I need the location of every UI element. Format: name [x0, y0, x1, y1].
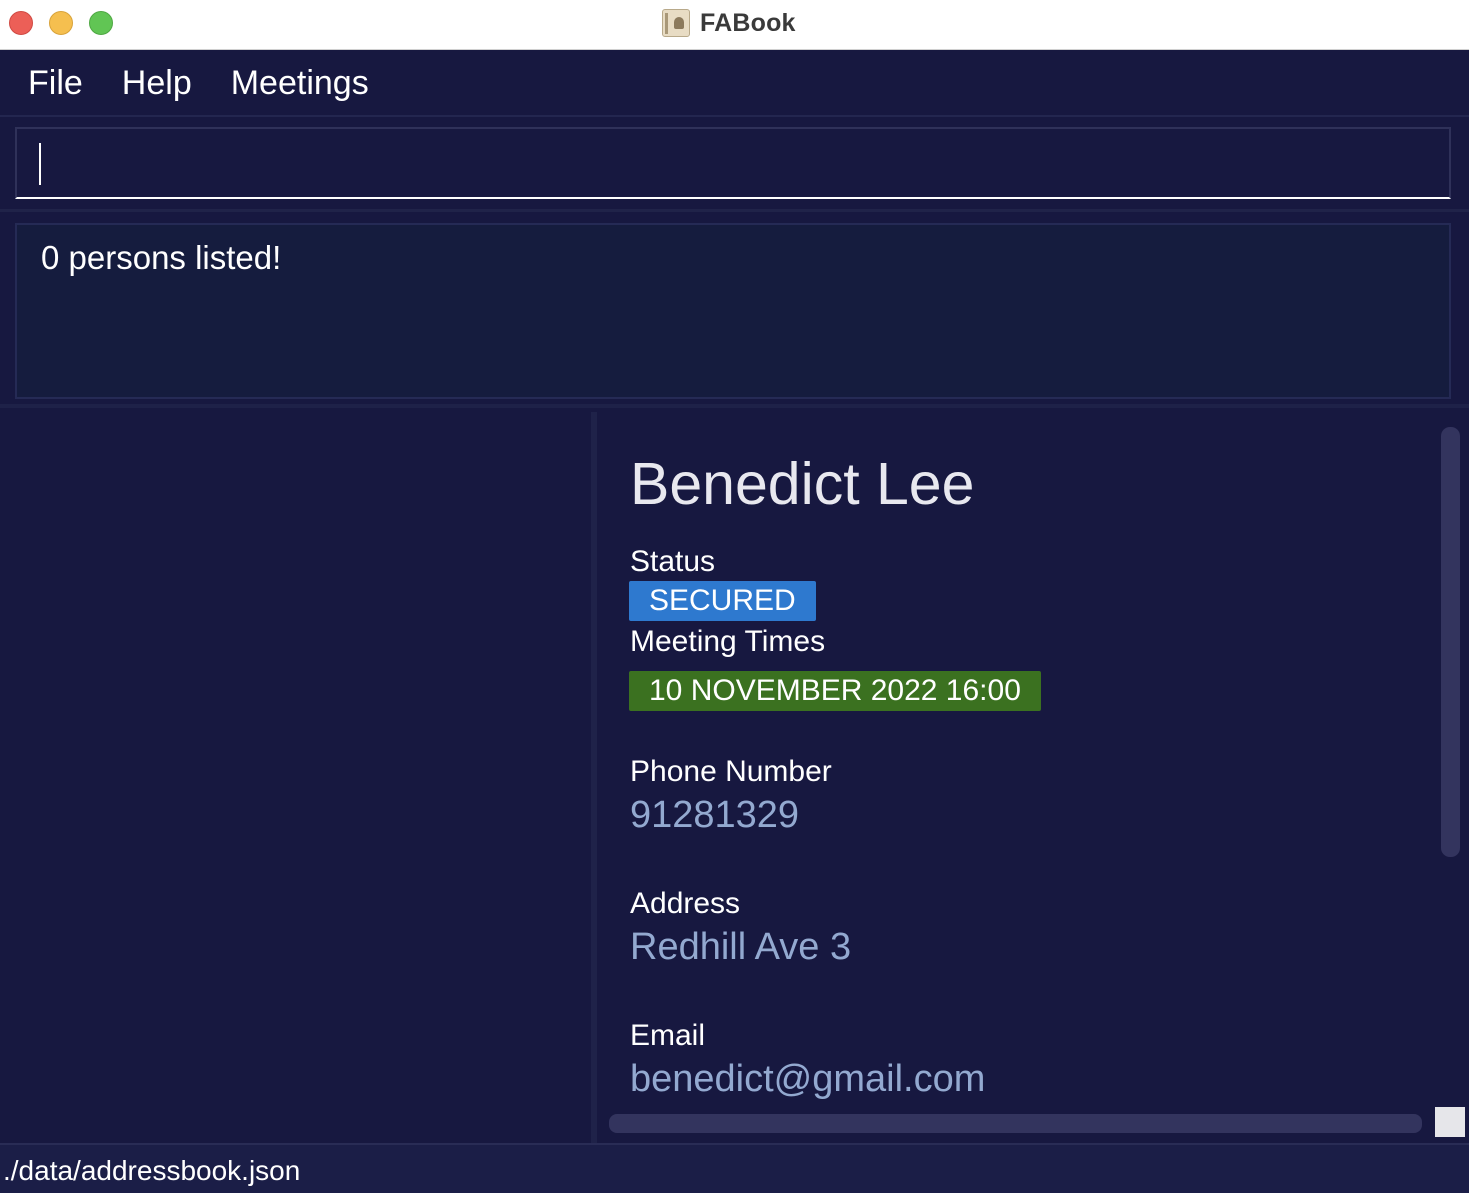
status-label: Status	[630, 545, 716, 578]
meeting-times-label: Meeting Times	[630, 625, 826, 658]
menu-bar: File Help Meetings	[0, 51, 1469, 117]
menu-help[interactable]: Help	[122, 64, 192, 103]
window-title-group: FABook	[662, 8, 796, 38]
maximize-window-button[interactable]	[89, 11, 113, 35]
data-file-path: ./data/addressbook.json	[3, 1155, 301, 1186]
menu-file[interactable]: File	[28, 64, 83, 103]
email-label: Email	[630, 1019, 706, 1052]
person-list-panel[interactable]	[0, 412, 591, 1143]
result-display: 0 persons listed!	[15, 223, 1451, 399]
window-title: FABook	[700, 8, 796, 37]
menu-meetings[interactable]: Meetings	[231, 64, 369, 103]
email-value: benedict@gmail.com	[630, 1058, 986, 1100]
horizontal-scrollbar[interactable]	[609, 1114, 1422, 1133]
status-badge: SECURED	[629, 581, 816, 621]
command-area	[0, 119, 1469, 212]
command-input[interactable]	[17, 129, 1449, 197]
person-detail-panel: Benedict Lee Status SECURED Meeting Time…	[597, 412, 1469, 1143]
result-area: 0 persons listed!	[0, 215, 1469, 408]
phone-value: 91281329	[630, 794, 800, 836]
result-message: 0 persons listed!	[41, 239, 282, 276]
close-window-button[interactable]	[9, 11, 33, 35]
address-value: Redhill Ave 3	[630, 926, 852, 968]
command-box[interactable]	[15, 127, 1451, 199]
title-bar: FABook	[0, 0, 1469, 50]
vertical-scrollbar[interactable]	[1441, 427, 1460, 857]
address-book-icon	[662, 9, 690, 37]
address-label: Address	[630, 887, 741, 920]
status-bar: ./data/addressbook.json	[0, 1143, 1469, 1193]
phone-label: Phone Number	[630, 755, 832, 788]
minimize-window-button[interactable]	[49, 11, 73, 35]
meeting-time-badge: 10 NOVEMBER 2022 16:00	[629, 671, 1041, 711]
person-name: Benedict Lee	[630, 451, 975, 517]
scrollbar-corner	[1435, 1107, 1465, 1137]
